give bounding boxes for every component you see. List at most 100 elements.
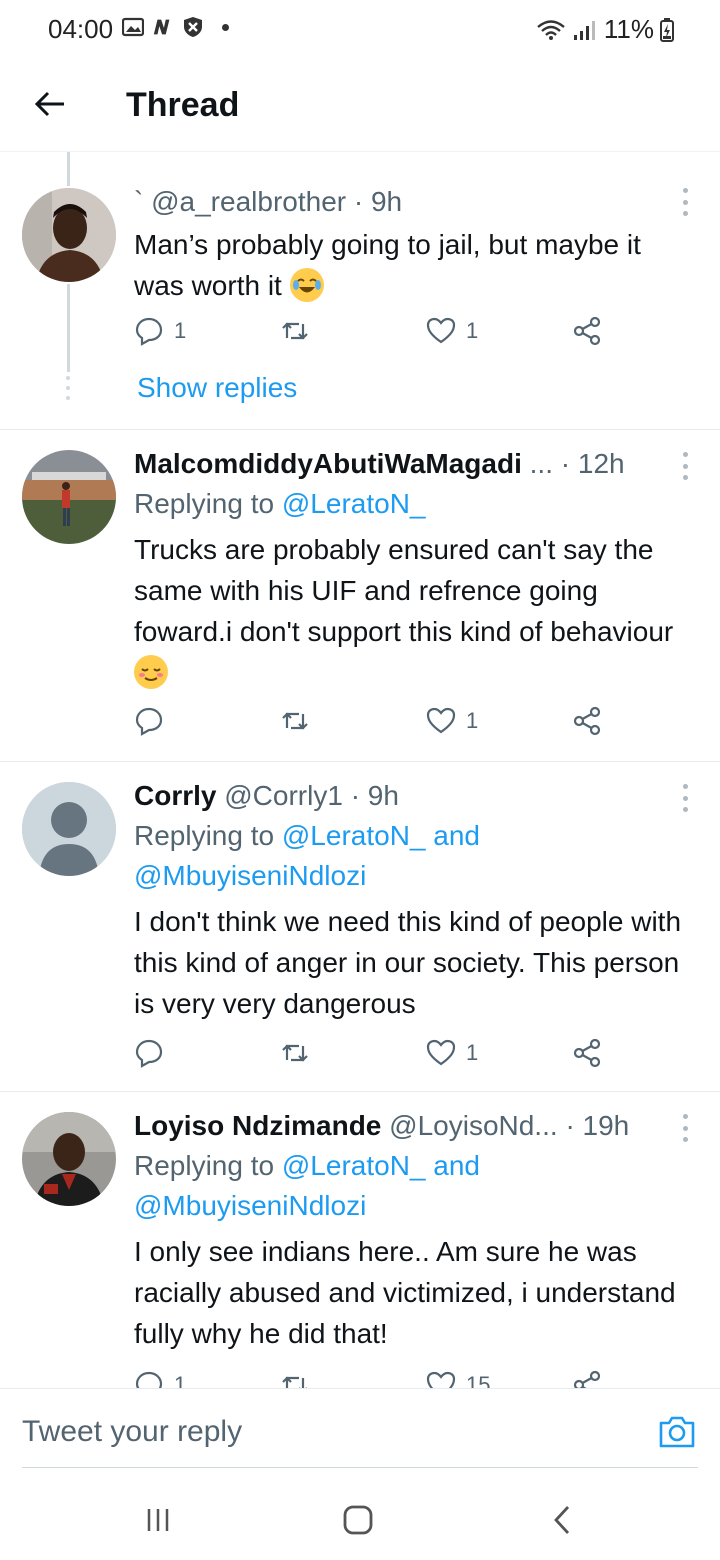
reply-icon xyxy=(135,707,163,736)
tweet-meta: Corrly @Corrly1 · 9h xyxy=(134,776,698,816)
reply-button[interactable]: 1 xyxy=(134,316,186,346)
reply-icon xyxy=(135,1371,163,1388)
tweet-meta: ` @a_realbrother · 9h xyxy=(134,182,698,222)
heart-icon xyxy=(426,1039,456,1066)
tweet-2[interactable]: MalcomdiddyAbutiWaMagadi ... · 12h Reply… xyxy=(0,430,720,762)
author-handle[interactable]: @LoyisoNd... xyxy=(389,1110,558,1141)
retweet-button[interactable] xyxy=(280,706,310,736)
like-count: 1 xyxy=(466,1040,479,1065)
tweet-text: I only see indians here.. Am sure he was… xyxy=(134,1236,676,1349)
mention-link[interactable]: @LeratoN_ xyxy=(282,820,426,851)
replying-to: Replying to @LeratoN_ xyxy=(134,488,426,519)
avatar[interactable] xyxy=(22,1112,116,1206)
tweet-time: · 12h xyxy=(560,448,625,479)
dot-icon xyxy=(222,23,229,31)
status-right: 11% xyxy=(536,14,674,45)
share-button[interactable] xyxy=(572,1370,602,1388)
avatar[interactable] xyxy=(22,188,116,282)
thread-header: Thread xyxy=(0,62,720,152)
recents-icon xyxy=(147,1509,169,1531)
signal-icon xyxy=(572,19,598,41)
notification-icons xyxy=(122,16,229,38)
retweet-icon xyxy=(282,1376,307,1388)
author-name[interactable]: Loyiso Ndzimande xyxy=(134,1110,381,1141)
like-count: 1 xyxy=(466,318,479,343)
reply-button[interactable]: 1 xyxy=(134,1370,186,1388)
retweet-icon xyxy=(282,322,308,340)
tweet-actions: 1 15 xyxy=(134,1370,604,1388)
like-count: 1 xyxy=(466,708,479,733)
tweet-meta: MalcomdiddyAbutiWaMagadi ... · 12h xyxy=(134,444,698,484)
status-bar: 04:00 11% xyxy=(0,0,720,62)
reply-count: 1 xyxy=(174,1372,187,1388)
retweet-button[interactable] xyxy=(280,1370,310,1388)
avatar[interactable] xyxy=(22,782,116,876)
reply-composer: Tweet your reply xyxy=(0,1388,720,1480)
more-options-button[interactable] xyxy=(680,784,690,812)
thread-line xyxy=(67,152,70,186)
replying-to: Replying to @LeratoN_ and @MbuyiseniNdlo… xyxy=(134,820,480,891)
mention-link[interactable]: @MbuyiseniNdlozi xyxy=(134,860,366,891)
tweet-content: Loyiso Ndzimande @LoyisoNd... · 19h Repl… xyxy=(134,1106,698,1354)
tweet-content: MalcomdiddyAbutiWaMagadi ... · 12h Reply… xyxy=(134,444,698,693)
camera-button[interactable] xyxy=(658,1413,696,1451)
thread-dots xyxy=(66,376,70,400)
tweet-time: · 19h xyxy=(565,1110,630,1141)
share-button[interactable] xyxy=(572,316,602,346)
tweet-time: · 9h xyxy=(353,186,403,217)
author-handle[interactable]: @a_realbrother xyxy=(151,186,346,217)
retweet-button[interactable] xyxy=(280,1038,310,1068)
reply-button[interactable] xyxy=(134,706,164,736)
show-replies-link[interactable]: Show replies xyxy=(137,372,297,404)
author-handle[interactable]: @Corrly1 xyxy=(224,780,343,811)
face-with-tears-of-joy-icon xyxy=(289,268,324,302)
more-options-button[interactable] xyxy=(680,1114,690,1142)
mention-link[interactable]: @MbuyiseniNdlozi xyxy=(134,1190,366,1221)
home-icon xyxy=(343,1505,373,1535)
replying-to: Replying to @LeratoN_ and @MbuyiseniNdlo… xyxy=(134,1150,480,1221)
home-button[interactable] xyxy=(338,1500,378,1540)
retweet-icon xyxy=(282,1044,308,1062)
system-nav-bar xyxy=(0,1480,720,1560)
share-icon xyxy=(573,706,601,736)
author-prefix: ` xyxy=(134,186,144,217)
more-options-button[interactable] xyxy=(680,188,690,216)
like-button[interactable]: 1 xyxy=(426,1038,478,1068)
tweet-text: Man’s probably going to jail, but maybe … xyxy=(134,229,641,302)
like-button[interactable]: 1 xyxy=(426,316,478,346)
avatar[interactable] xyxy=(22,450,116,544)
author-name[interactable]: MalcomdiddyAbutiWaMagadi xyxy=(134,448,522,479)
like-button[interactable]: 1 xyxy=(426,706,478,736)
share-button[interactable] xyxy=(572,1038,602,1068)
shield-icon xyxy=(182,16,204,38)
camera-icon xyxy=(659,1416,695,1448)
tweet-3[interactable]: Corrly @Corrly1 · 9h Replying to @Lerato… xyxy=(0,762,720,1092)
like-button[interactable]: 15 xyxy=(426,1370,490,1388)
heart-icon xyxy=(426,317,456,344)
relieved-face-icon xyxy=(134,655,168,689)
recents-button[interactable] xyxy=(138,1500,178,1540)
system-back-button[interactable] xyxy=(542,1500,582,1540)
reply-button[interactable] xyxy=(134,1038,164,1068)
share-icon xyxy=(573,1038,601,1068)
battery-percent: 11% xyxy=(603,14,654,44)
back-button[interactable] xyxy=(30,84,70,124)
tweet-content: Corrly @Corrly1 · 9h Replying to @Lerato… xyxy=(134,776,698,1024)
tweet-1[interactable]: ` @a_realbrother · 9h Man’s probably goi… xyxy=(0,152,720,430)
status-time: 04:00 xyxy=(48,14,114,44)
author-name[interactable]: Corrly xyxy=(134,780,216,811)
tweet-4[interactable]: Loyiso Ndzimande @LoyisoNd... · 19h Repl… xyxy=(0,1092,720,1388)
more-options-button[interactable] xyxy=(680,452,690,480)
retweet-button[interactable] xyxy=(280,316,310,346)
share-button[interactable] xyxy=(572,706,602,736)
default-avatar-icon xyxy=(22,782,116,876)
mention-link[interactable]: @LeratoN_ xyxy=(282,1150,426,1181)
mention-link[interactable]: @LeratoN_ xyxy=(282,488,426,519)
tweet-meta: Loyiso Ndzimande @LoyisoNd... · 19h xyxy=(134,1106,698,1146)
tweet-actions: 1 xyxy=(134,706,604,746)
battery-charging-icon xyxy=(660,17,674,42)
tweet-actions: 1 1 xyxy=(134,316,604,356)
share-icon xyxy=(573,1370,601,1388)
reply-input[interactable]: Tweet your reply xyxy=(22,1415,242,1449)
author-handle[interactable]: ... xyxy=(530,448,553,479)
